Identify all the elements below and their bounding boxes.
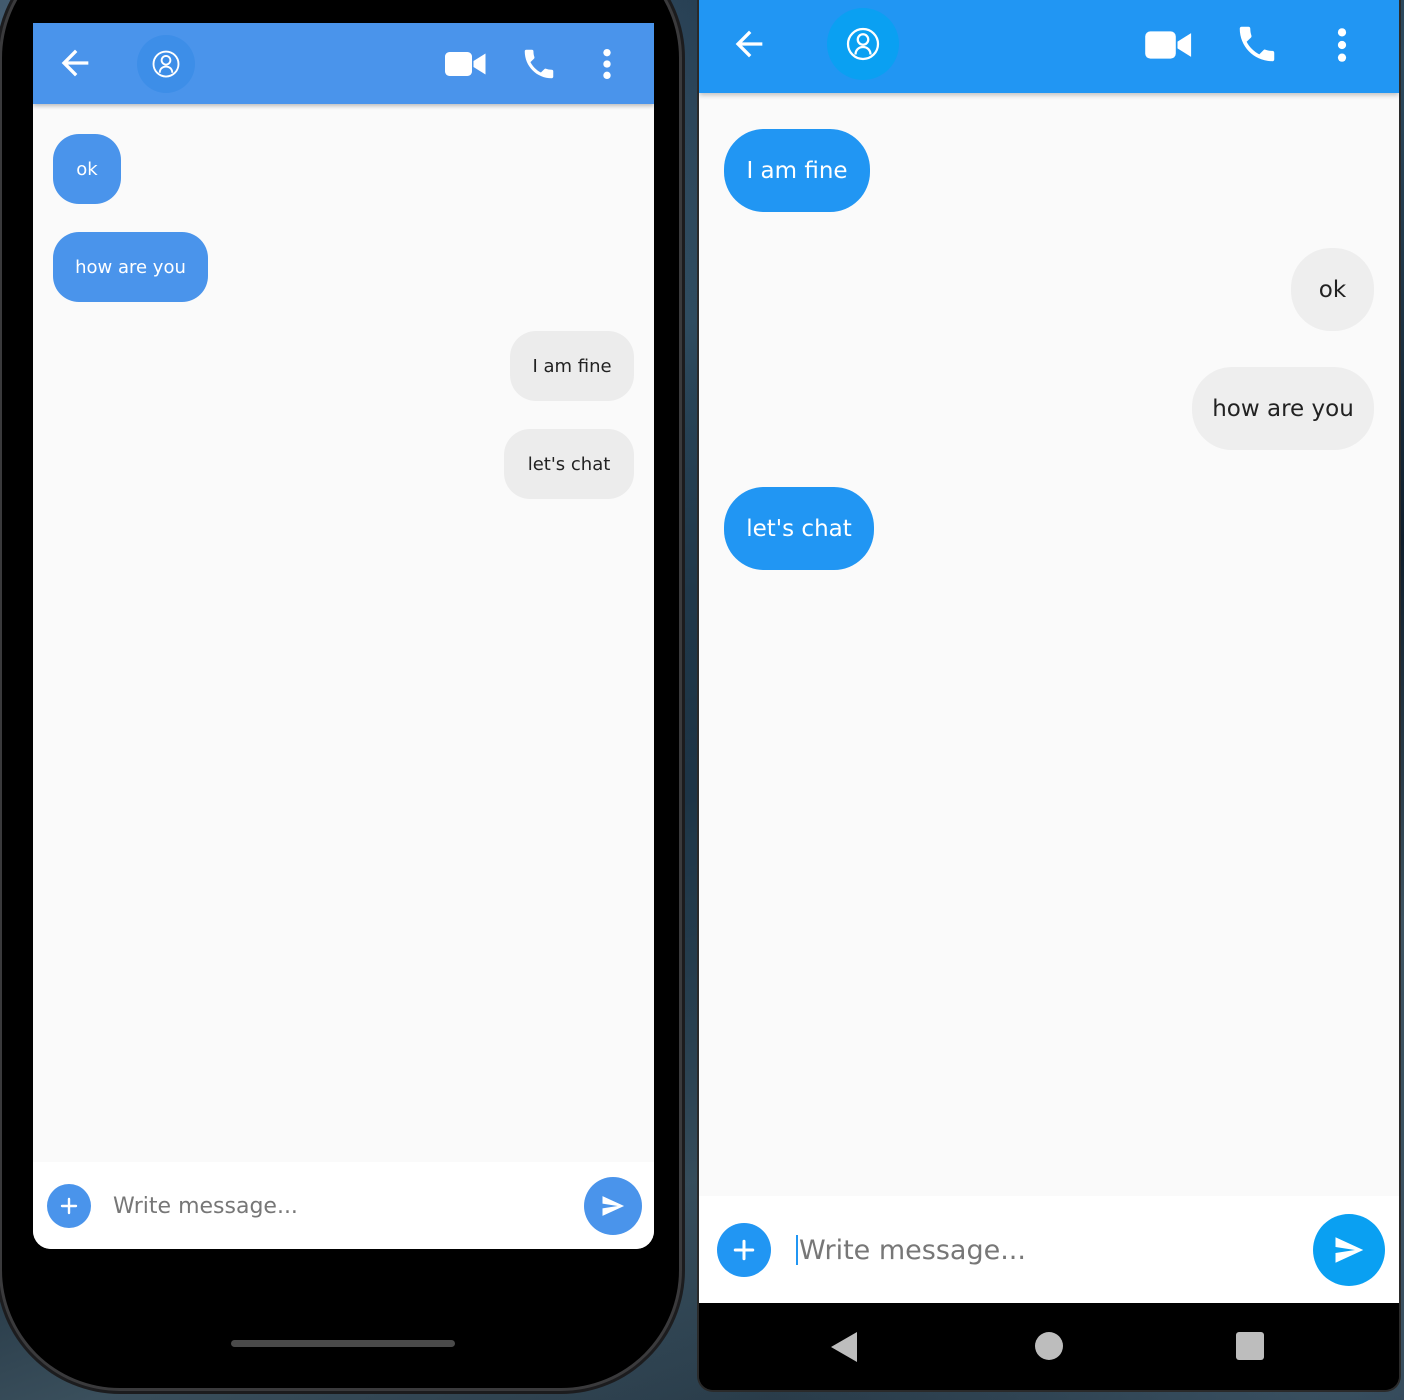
more-vert-icon[interactable]: [1334, 26, 1350, 64]
more-vert-icon[interactable]: [599, 47, 615, 81]
android-chat-screen: I am fine ok how are you let's chat Writ…: [699, 0, 1399, 1303]
avatar[interactable]: [827, 8, 899, 80]
avatar[interactable]: [137, 35, 195, 93]
add-attachment-button[interactable]: [717, 1223, 771, 1277]
nav-recents-icon[interactable]: [1236, 1332, 1264, 1360]
person-icon: [846, 27, 880, 61]
input-placeholder: Write message...: [113, 1193, 298, 1219]
ios-app-bar: [33, 23, 654, 104]
message-input-bar: Write message...: [699, 1196, 1399, 1303]
message-bubble-sent: ok: [53, 134, 121, 204]
videocam-icon[interactable]: [445, 49, 487, 79]
nav-home-icon[interactable]: [1035, 1332, 1063, 1360]
message-text: I am fine: [746, 157, 848, 184]
send-button[interactable]: [1313, 1214, 1385, 1286]
message-bubble-received: how are you: [1192, 367, 1374, 450]
nav-back-icon[interactable]: [829, 1330, 859, 1364]
home-indicator[interactable]: [231, 1340, 455, 1347]
message-text: ok: [1318, 276, 1347, 303]
message-bubble-received: ok: [1291, 248, 1374, 331]
message-bubble-sent: how are you: [53, 232, 208, 302]
send-button[interactable]: [584, 1177, 642, 1235]
message-input[interactable]: Write message...: [113, 1184, 573, 1228]
person-icon: [152, 50, 180, 78]
message-bubble-sent: I am fine: [724, 129, 870, 212]
add-attachment-button[interactable]: [47, 1184, 91, 1228]
iphone-simulator-frame: ok how are you I am fine let's chat Writ…: [2, 0, 679, 1388]
videocam-icon[interactable]: [1144, 28, 1194, 62]
android-app-bar: [699, 0, 1399, 93]
send-icon: [602, 1196, 625, 1216]
message-input-bar: Write message...: [33, 1162, 654, 1249]
message-text: how are you: [1212, 395, 1354, 422]
add-icon: [733, 1239, 755, 1261]
message-text: ok: [76, 158, 98, 180]
arrow-back-icon[interactable]: [729, 24, 769, 64]
message-text: let's chat: [746, 515, 852, 542]
input-placeholder: Write message...: [799, 1234, 1026, 1266]
arrow-back-icon[interactable]: [55, 43, 95, 83]
send-icon: [1335, 1237, 1364, 1263]
message-text: let's chat: [527, 453, 611, 475]
add-icon: [60, 1197, 78, 1215]
phone-icon[interactable]: [519, 45, 559, 83]
message-input[interactable]: Write message...: [796, 1223, 1296, 1277]
text-cursor: [796, 1235, 798, 1265]
android-emulator-frame: I am fine ok how are you let's chat Writ…: [699, 0, 1399, 1390]
ios-chat-screen: ok how are you I am fine let's chat Writ…: [33, 23, 654, 1249]
message-bubble-sent: let's chat: [724, 487, 874, 570]
message-bubble-received: let's chat: [504, 429, 634, 499]
message-text: I am fine: [532, 355, 612, 377]
android-navigation-bar: [699, 1303, 1399, 1390]
phone-icon[interactable]: [1234, 21, 1280, 67]
message-bubble-received: I am fine: [510, 331, 634, 401]
message-text: how are you: [75, 256, 186, 278]
